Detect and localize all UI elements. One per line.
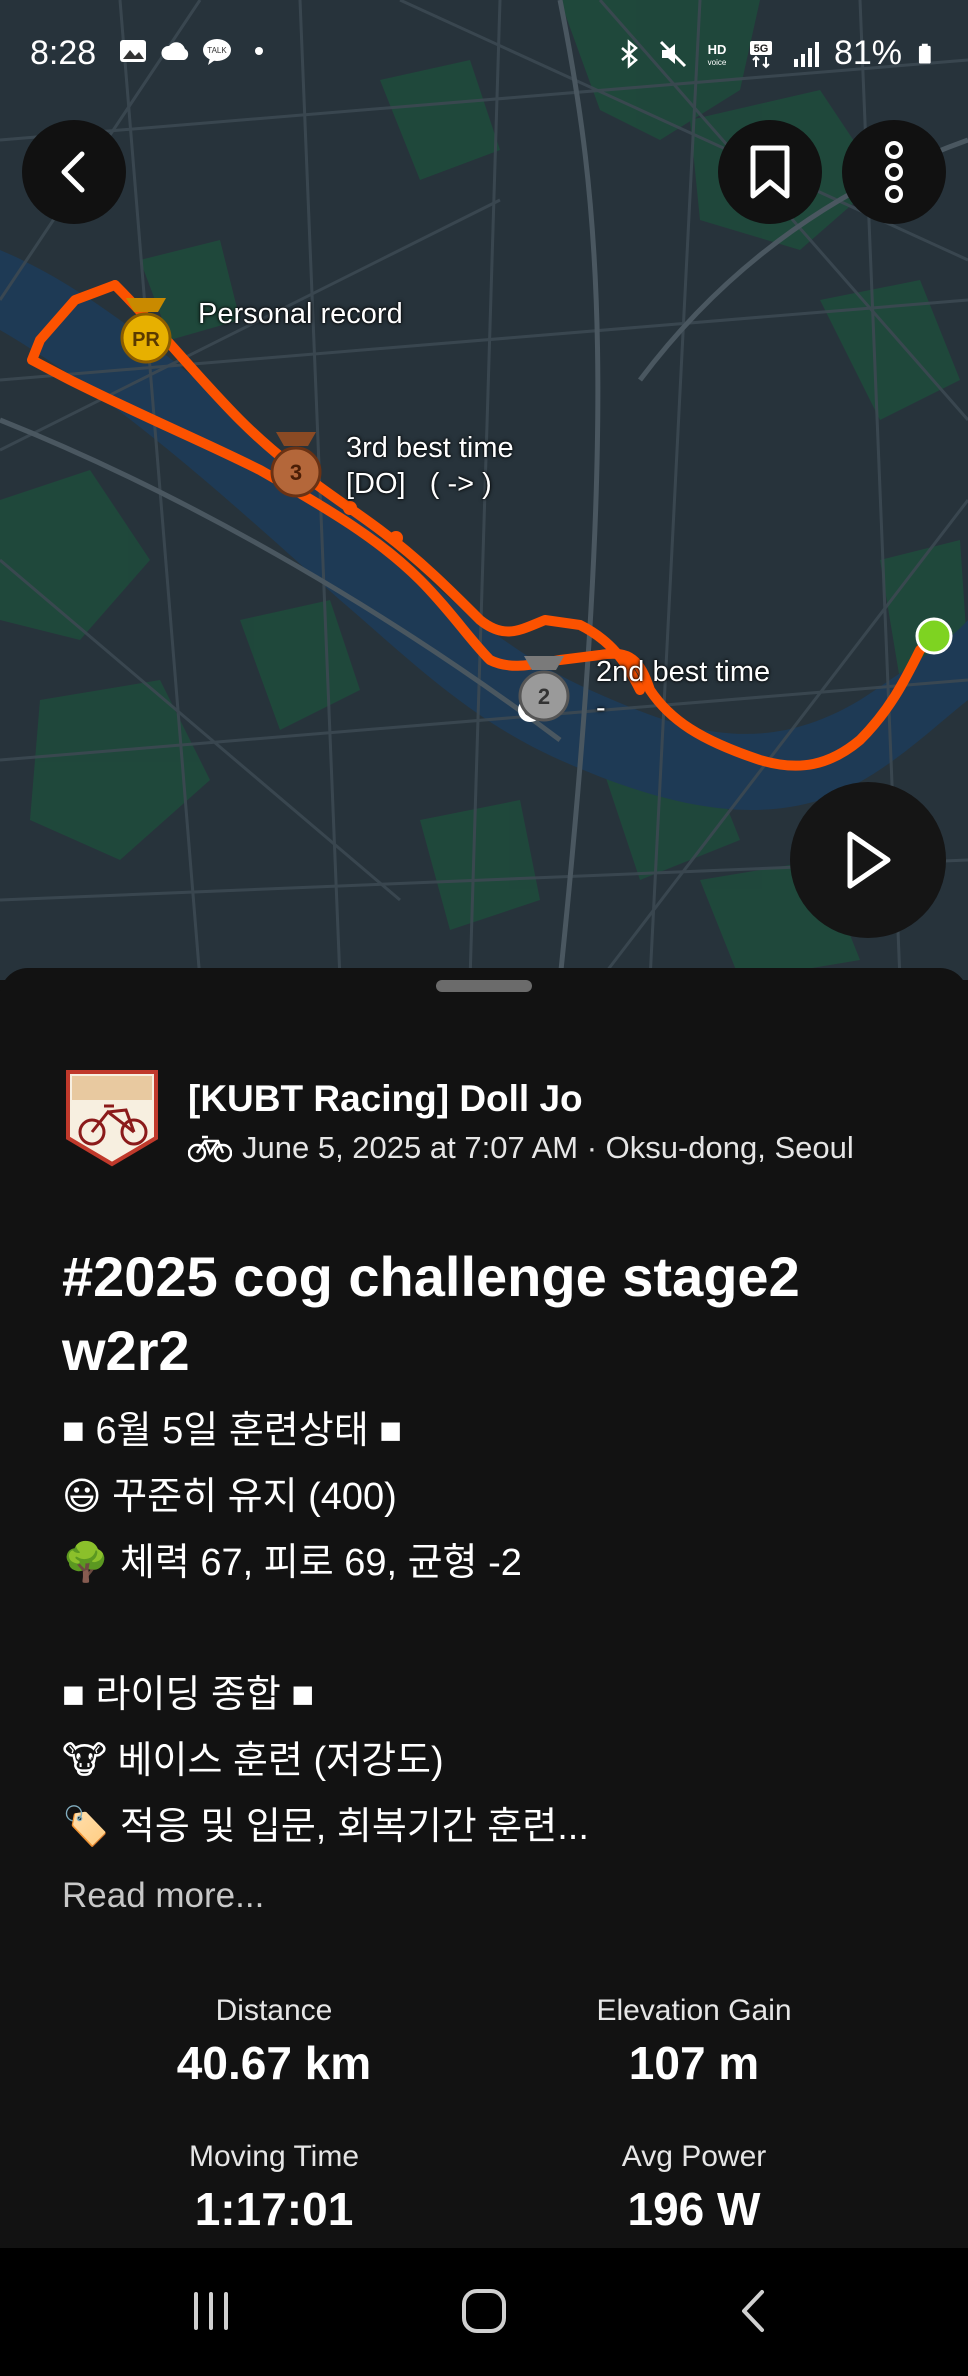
- stat-label: Elevation Gain: [596, 1994, 792, 2027]
- svg-text:5G: 5G: [754, 43, 769, 55]
- pr-label: Personal record: [198, 298, 403, 330]
- description-line: 😃 꾸준히 유지 (400): [62, 1476, 397, 1518]
- bike-icon: [188, 1135, 232, 1163]
- svg-text:2: 2: [538, 684, 550, 709]
- silver-medal-icon: 2: [518, 656, 570, 722]
- stat-value: 40.67 km: [176, 2037, 372, 2089]
- third-best-label: 3rd best time [DO] ( -> ): [346, 432, 514, 500]
- description-line: ■ 6월 5일 훈련상태 ■: [62, 1410, 403, 1452]
- svg-text:TALK: TALK: [207, 46, 227, 55]
- talk-icon: TALK: [203, 39, 231, 65]
- athlete-name[interactable]: [KUBT Racing] Doll Jo: [188, 1078, 583, 1120]
- stat-value: 1:17:01: [194, 2183, 354, 2235]
- dot-icon: [255, 47, 263, 55]
- svg-text:3: 3: [290, 460, 302, 485]
- stat-value: 107 m: [628, 2037, 760, 2089]
- system-navigation-bar: [0, 2248, 968, 2376]
- nav-back-icon[interactable]: [730, 2286, 780, 2336]
- read-more-link[interactable]: Read more...: [62, 1876, 264, 1916]
- play-icon: [847, 831, 891, 889]
- stat-elevation-gain: Elevation Gain 107 m: [484, 1994, 904, 2090]
- sheet-drag-handle[interactable]: [436, 980, 532, 992]
- battery-icon: [918, 43, 931, 64]
- status-time: 8:28: [30, 34, 97, 72]
- cloud-icon: [161, 42, 189, 60]
- stat-moving-time: Moving Time 1:17:01: [64, 2140, 484, 2236]
- battery-percent: 81%: [833, 34, 902, 72]
- bookmark-icon: [750, 145, 790, 199]
- more-options-button[interactable]: [842, 120, 946, 224]
- stat-label: Moving Time: [188, 2140, 360, 2173]
- svg-text:HD: HD: [708, 42, 727, 57]
- start-marker: [915, 617, 953, 655]
- activity-description: ■ 6월 5일 훈련상태 ■ 😃 꾸준히 유지 (400) 🌳 체력 67, 피…: [62, 1398, 922, 1860]
- athlete-header[interactable]: [KUBT Racing] Doll Jo June 5, 2025 at 7:…: [64, 1068, 924, 1178]
- route-map[interactable]: PR 3 2 Personal record 3rd best time [DO…: [0, 0, 968, 980]
- svg-text:voice: voice: [708, 58, 727, 67]
- athlete-avatar[interactable]: [64, 1068, 160, 1168]
- pr-medal-icon: PR: [120, 298, 172, 364]
- back-button[interactable]: [22, 120, 126, 224]
- mute-icon: [659, 40, 686, 67]
- hd-voice-icon: HDvoice: [708, 42, 727, 67]
- home-icon[interactable]: [456, 2286, 512, 2336]
- bronze-medal-icon: 3: [270, 432, 322, 498]
- bluetooth-icon: [621, 38, 638, 69]
- image-icon: [120, 40, 146, 62]
- signal-icon: [793, 41, 819, 67]
- stat-avg-power: Avg Power 196 W: [484, 2140, 904, 2236]
- activity-title: #2025 cog challenge stage2 w2r2: [62, 1245, 800, 1382]
- second-best-label: 2nd best time -: [596, 656, 771, 724]
- description-line: 🏷️ 적응 및 입문, 회복기간 훈련...: [62, 1806, 589, 1848]
- description-line: 🌳 체력 67, 피로 69, 균형 -2: [62, 1542, 522, 1584]
- status-bar: 8:28 TALK HD voice 5G 81%: [0, 0, 968, 110]
- activity-sheet: [KUBT Racing] Doll Jo June 5, 2025 at 7:…: [0, 968, 968, 2248]
- description-line: ■ 라이딩 종합 ■: [62, 1674, 315, 1716]
- 5g-icon: 5G: [749, 40, 772, 68]
- chevron-left-icon: [61, 151, 85, 193]
- recent-apps-icon[interactable]: [186, 2286, 236, 2336]
- stat-value: 196 W: [627, 2183, 761, 2235]
- activity-date-location: June 5, 2025 at 7:07 AM · Oksu-dong, Seo…: [242, 1130, 854, 1165]
- bookmark-button[interactable]: [718, 120, 822, 224]
- svg-text:PR: PR: [132, 329, 160, 351]
- description-line: 🐮 베이스 훈련 (저강도): [62, 1740, 444, 1782]
- play-flyover-button[interactable]: [790, 782, 946, 938]
- stat-label: Distance: [215, 1994, 333, 2027]
- stat-label: Avg Power: [621, 2140, 767, 2173]
- description-line: [62, 1596, 922, 1662]
- more-vertical-icon: [885, 141, 903, 203]
- stat-distance: Distance 40.67 km: [64, 1994, 484, 2090]
- activity-meta: June 5, 2025 at 7:07 AM · Oksu-dong, Seo…: [188, 1130, 854, 1166]
